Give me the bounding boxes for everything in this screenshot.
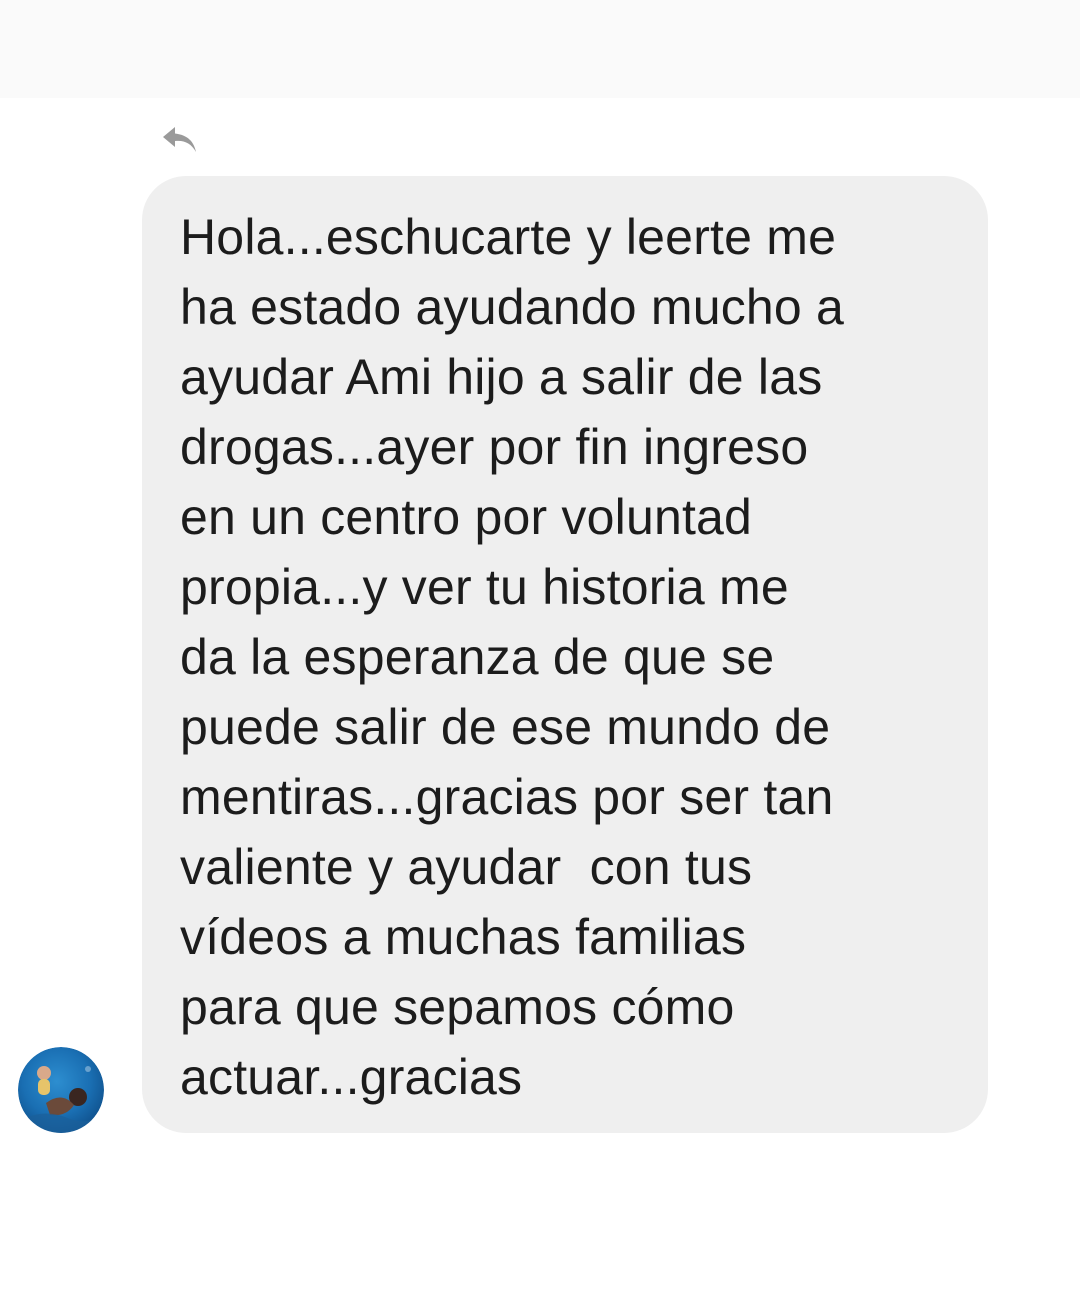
message-line: ha estado ayudando mucho a (180, 279, 845, 335)
top-bar (0, 0, 1080, 98)
message-bubble[interactable]: Hola...eschucarte y leerte me ha estado … (142, 176, 988, 1133)
reply-arrow-icon[interactable] (160, 124, 200, 156)
message-line: da la esperanza de que se (180, 629, 775, 685)
message-line: mentiras...gracias por ser tan (180, 769, 834, 825)
message-line: drogas...ayer por fin ingreso (180, 419, 809, 475)
sender-avatar[interactable] (18, 1047, 104, 1133)
message-line: Hola...eschucarte y leerte me (180, 209, 837, 265)
message-line: propia...y ver tu historia me (180, 559, 789, 615)
message-line: en un centro por voluntad (180, 489, 753, 545)
message-line: actuar...gracias (180, 1049, 523, 1105)
message-line: vídeos a muchas familias (180, 909, 747, 965)
message-line: puede salir de ese mundo de (180, 699, 831, 755)
message-line: ayudar Ami hijo a salir de las (180, 349, 823, 405)
message-line: valiente y ayudar con tus (180, 839, 753, 895)
message-line: para que sepamos cómo (180, 979, 735, 1035)
